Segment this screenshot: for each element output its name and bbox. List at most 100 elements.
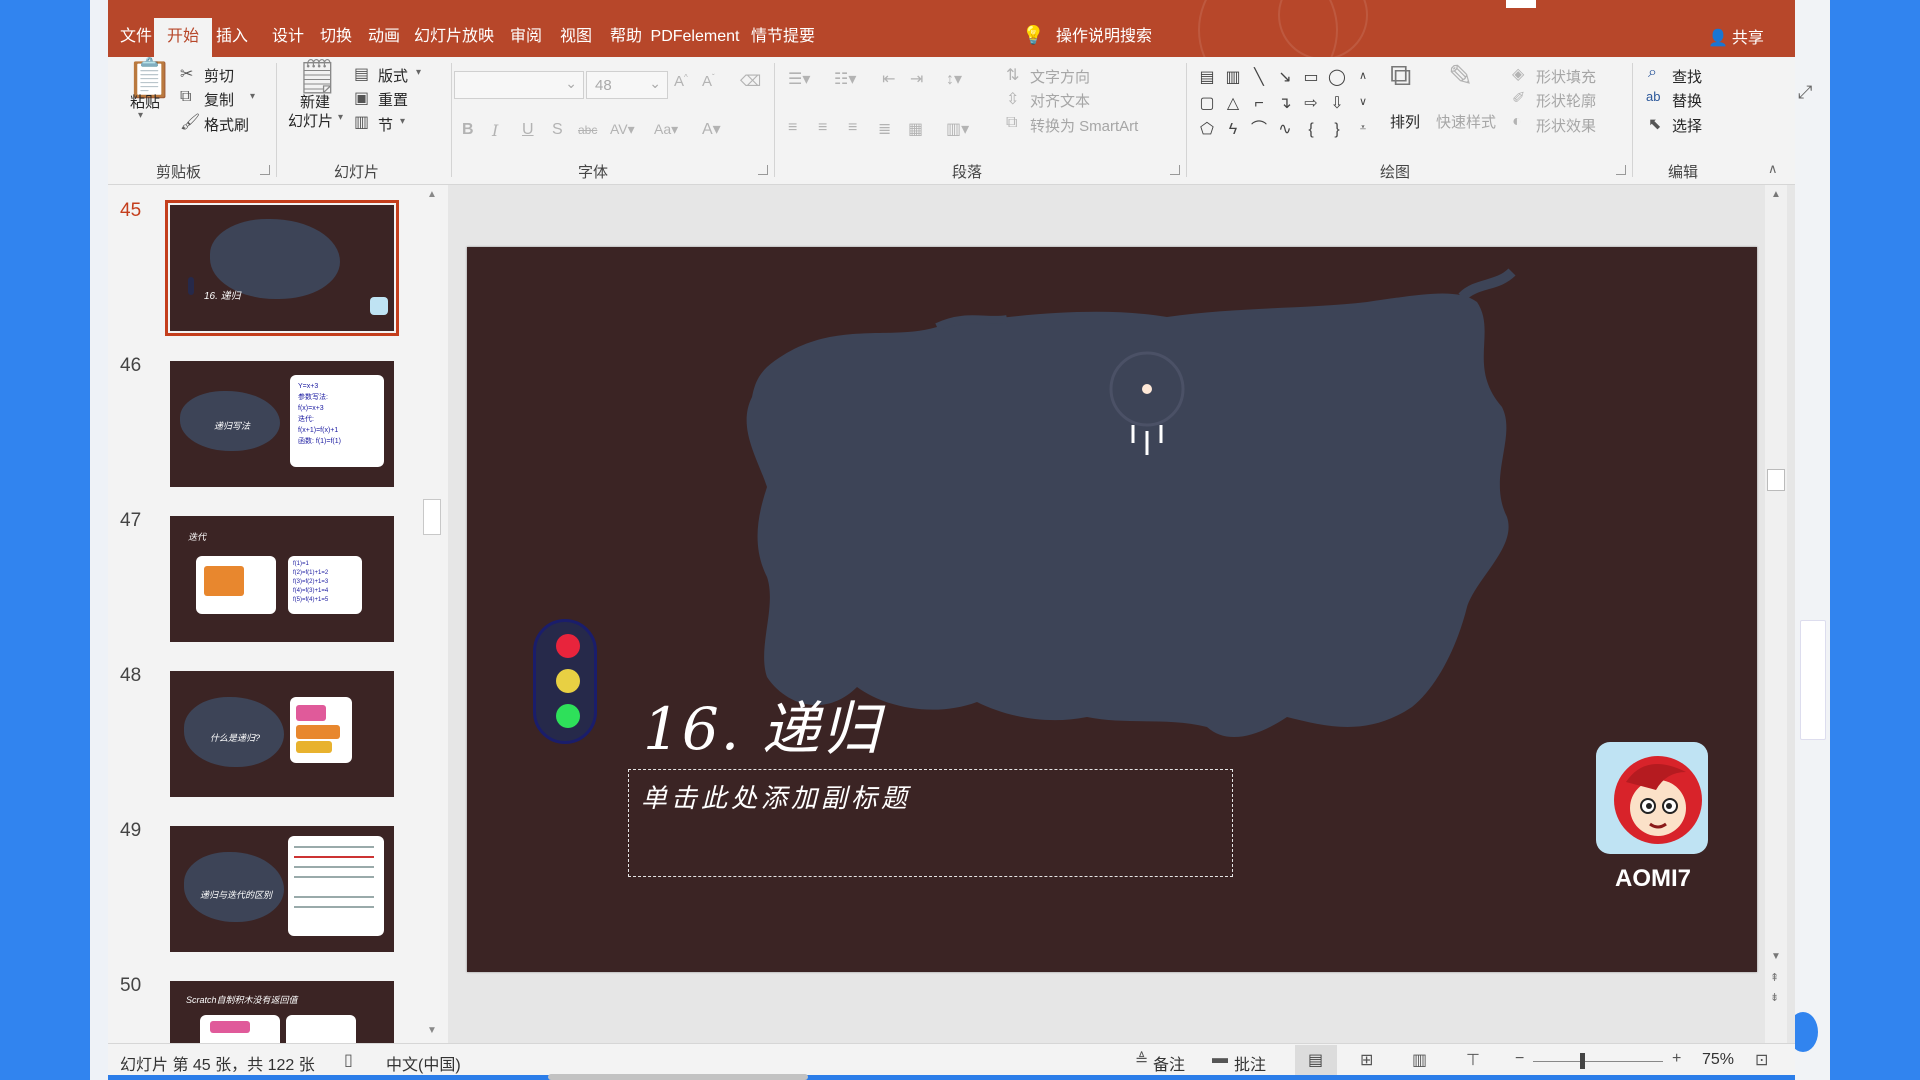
- textbox-shape-icon[interactable]: ▤: [1196, 67, 1218, 89]
- text-direction-icon[interactable]: ⇅: [1006, 65, 1019, 85]
- copy-dropdown-icon[interactable]: ▾: [250, 91, 255, 102]
- slide-thumbnail-49[interactable]: 递归与迭代的区别: [170, 826, 394, 952]
- clipboard-launcher-icon[interactable]: [260, 165, 270, 175]
- scroll-down-icon[interactable]: ▼: [1771, 951, 1781, 962]
- fit-to-window-icon[interactable]: ⊡: [1755, 1050, 1768, 1070]
- align-right-icon[interactable]: ≡: [848, 119, 857, 137]
- slideshow-icon[interactable]: ⊤: [1466, 1050, 1480, 1070]
- bullets-icon[interactable]: ☰▾: [788, 69, 810, 89]
- rounded-rect-shape-icon[interactable]: ▢: [1196, 93, 1218, 115]
- effects-icon[interactable]: ◐: [1512, 113, 1522, 131]
- tab-4[interactable]: 切换: [316, 24, 356, 57]
- scrollbar-thumb[interactable]: [1767, 469, 1785, 491]
- smartart-icon[interactable]: ⧉: [1006, 114, 1017, 132]
- slide-thumbnail-47[interactable]: 迭代 f(1)=1 f(2)=f(1)+1=2 f(3)=f(2)+1=3 f(4)=…: [170, 516, 394, 642]
- numbering-icon[interactable]: ☷▾: [834, 69, 856, 89]
- paragraph-launcher-icon[interactable]: [1170, 165, 1180, 175]
- arc-shape-icon[interactable]: ⌒: [1248, 119, 1270, 141]
- text-direction-button[interactable]: 文字方向: [1030, 66, 1090, 87]
- expand-icon[interactable]: ⤢: [1798, 82, 1822, 106]
- columns-icon[interactable]: ▥▾: [946, 119, 969, 139]
- decrease-indent-icon[interactable]: ⇤: [882, 69, 895, 89]
- paste-dropdown-icon[interactable]: ▾: [138, 110, 143, 121]
- notes-icon[interactable]: ≜: [1135, 1050, 1148, 1070]
- brush-icon[interactable]: 🖌: [180, 112, 200, 132]
- reading-view-icon[interactable]: ▥: [1412, 1050, 1427, 1070]
- quick-styles-button[interactable]: 快速样式: [1436, 111, 1496, 132]
- copy-button[interactable]: 复制: [204, 89, 234, 110]
- curve-shape-icon[interactable]: ∿: [1274, 119, 1296, 141]
- shrink-font-icon[interactable]: Aˇ: [702, 73, 715, 90]
- paint-bucket-icon[interactable]: ◈: [1512, 64, 1524, 84]
- shape-effects-button[interactable]: 形状效果: [1536, 115, 1596, 136]
- new-slide-label-1[interactable]: 新建: [300, 91, 330, 112]
- distributed-icon[interactable]: ▦: [908, 119, 923, 139]
- search-icon[interactable]: ⌕: [1648, 64, 1657, 82]
- thumbnail-scrollbar[interactable]: ▲ ▼: [422, 185, 442, 1047]
- left-brace-shape-icon[interactable]: {: [1300, 119, 1322, 141]
- cursor-icon[interactable]: ⬉: [1648, 114, 1661, 134]
- comments-button[interactable]: 批注: [1234, 1051, 1266, 1075]
- gallery-more-icon[interactable]: ⩡: [1352, 117, 1374, 139]
- layout-button[interactable]: 版式: [378, 65, 408, 86]
- tab-11[interactable]: 情节提要: [748, 24, 818, 57]
- increase-indent-icon[interactable]: ⇥: [910, 69, 923, 89]
- slide-thumbnail-45[interactable]: 16. 递归: [165, 200, 399, 336]
- shape-outline-button[interactable]: 形状轮廓: [1536, 90, 1596, 111]
- arrange-button[interactable]: 排列: [1390, 111, 1420, 132]
- format-painter-button[interactable]: 格式刷: [204, 114, 249, 135]
- paste-button[interactable]: 粘贴: [130, 91, 160, 112]
- tell-me-search[interactable]: 操作说明搜索: [1056, 24, 1166, 57]
- share-button[interactable]: 👤 共享: [1708, 24, 1764, 48]
- font-size-combobox[interactable]: 48 ⌄: [586, 71, 668, 99]
- bold-button[interactable]: B: [462, 121, 474, 139]
- replace-button[interactable]: 替换: [1672, 90, 1702, 111]
- scroll-up-icon[interactable]: ▲: [427, 189, 437, 200]
- tab-8[interactable]: 视图: [556, 24, 596, 57]
- language-indicator[interactable]: 中文(中国): [386, 1051, 461, 1075]
- font-color-button[interactable]: A▾: [702, 119, 721, 139]
- layout-dropdown-icon[interactable]: ▾: [416, 67, 421, 78]
- tab-5[interactable]: 动画: [364, 24, 404, 57]
- next-slide-icon[interactable]: ⇟: [1770, 991, 1779, 1004]
- shape-fill-button[interactable]: 形状填充: [1536, 66, 1596, 87]
- section-icon[interactable]: ▥: [354, 112, 369, 132]
- font-name-combobox[interactable]: ⌄: [454, 71, 584, 99]
- section-dropdown-icon[interactable]: ▾: [400, 116, 405, 127]
- slide-sorter-icon[interactable]: ⊞: [1360, 1050, 1373, 1070]
- normal-view-button[interactable]: ▤: [1295, 1045, 1337, 1075]
- slide-thumbnail-48[interactable]: 什么是递归?: [170, 671, 394, 797]
- rectangle-shape-icon[interactable]: ▭: [1300, 67, 1322, 89]
- pentagon-shape-icon[interactable]: ⬠: [1196, 119, 1218, 141]
- vertical-textbox-shape-icon[interactable]: ▥: [1222, 67, 1244, 89]
- layout-icon[interactable]: ▤: [354, 64, 369, 84]
- cut-button[interactable]: 剪切: [204, 65, 234, 86]
- slide-title[interactable]: 16. 递归: [643, 682, 882, 766]
- zoom-out-icon[interactable]: −: [1515, 1050, 1524, 1068]
- strikethrough-button[interactable]: abc: [578, 123, 597, 137]
- slide-thumbnail-46[interactable]: 递归写法 Y=x+3 参数写法: f(x)=x+3 迭代: f(x+1)=f(x)+1 函…: [170, 361, 394, 487]
- slide-thumbnail-50[interactable]: Scratch自制积木没有返回值: [170, 981, 394, 1043]
- shadow-button[interactable]: S: [552, 121, 563, 139]
- copy-icon[interactable]: ⧉: [180, 88, 191, 106]
- down-arrow-shape-icon[interactable]: ⇩: [1326, 93, 1348, 115]
- char-spacing-button[interactable]: AV▾: [610, 121, 635, 138]
- replace-icon[interactable]: ab: [1646, 89, 1660, 104]
- comment-icon[interactable]: ▬: [1212, 1050, 1228, 1068]
- italic-button[interactable]: I: [492, 121, 498, 140]
- align-text-button[interactable]: 对齐文本: [1030, 90, 1090, 111]
- tab-6[interactable]: 幻灯片放映: [406, 24, 502, 57]
- gallery-down-icon[interactable]: ∨: [1352, 91, 1374, 113]
- scroll-down-icon[interactable]: ▼: [427, 1025, 437, 1036]
- spellcheck-icon[interactable]: ▯: [344, 1050, 353, 1070]
- find-button[interactable]: 查找: [1672, 66, 1702, 87]
- align-center-icon[interactable]: ≡: [818, 119, 827, 137]
- clear-format-icon[interactable]: ⌫: [740, 72, 761, 90]
- line-shape-icon[interactable]: ╲: [1248, 67, 1270, 89]
- subtitle-placeholder[interactable]: 单击此处添加副标题: [628, 769, 1233, 877]
- tab-9[interactable]: 帮助: [606, 24, 646, 57]
- tab-1[interactable]: 开始: [154, 18, 212, 57]
- scroll-up-icon[interactable]: ▲: [1771, 189, 1781, 200]
- previous-slide-icon[interactable]: ⇞: [1770, 971, 1779, 984]
- triangle-shape-icon[interactable]: △: [1222, 93, 1244, 115]
